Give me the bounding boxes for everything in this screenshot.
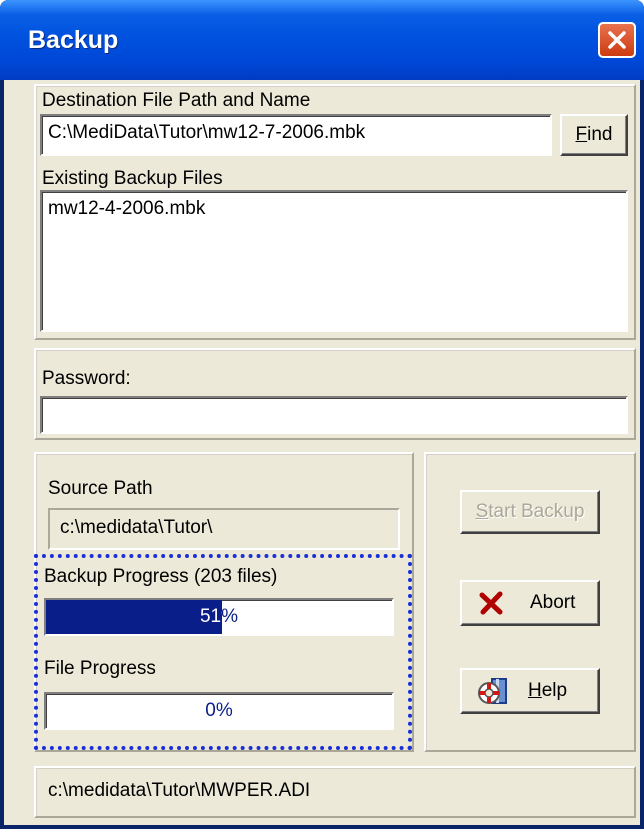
window-title: Backup: [28, 26, 119, 54]
red-x-icon: [479, 591, 503, 615]
find-hotkey: F: [575, 124, 588, 145]
backup-progress-label: Backup Progress (203 files): [44, 566, 278, 587]
abort-label: Abort: [530, 592, 576, 613]
source-path-field: c:\medidata\Tutor\: [48, 508, 400, 550]
backup-progress-text-overlay: 51%: [199, 606, 222, 627]
lifebuoy-book-icon: [478, 678, 507, 704]
start-label-rest: tart Backup: [488, 501, 585, 522]
backup-progress-text-inverse: 51%: [46, 600, 222, 634]
file-progress-bar: 0%: [44, 692, 394, 730]
find-label-rest: ind: [587, 124, 613, 145]
backup-dialog: Backup Destination File Path and Name C:…: [0, 0, 644, 829]
list-item[interactable]: mw12-4-2006.mbk: [48, 198, 620, 220]
find-button[interactable]: Find: [560, 114, 628, 156]
backup-progress-bar: 51% 51%: [44, 598, 394, 636]
help-label-rest: elp: [541, 680, 568, 701]
dialog-client-area: Destination File Path and Name C:\MediDa…: [4, 80, 640, 825]
help-hotkey: H: [528, 680, 542, 701]
password-label: Password:: [42, 368, 131, 389]
destination-label: Destination File Path and Name: [42, 90, 311, 111]
title-bar[interactable]: Backup: [0, 0, 644, 80]
existing-files-label: Existing Backup Files: [42, 168, 223, 189]
close-button[interactable]: [598, 22, 636, 58]
start-backup-button[interactable]: Start Backup: [460, 490, 600, 534]
password-input[interactable]: [40, 396, 628, 434]
help-button[interactable]: Help: [460, 668, 600, 714]
file-progress-label: File Progress: [44, 658, 156, 679]
file-progress-text: 0%: [205, 700, 233, 721]
destination-path-input[interactable]: C:\MediData\Tutor\mw12-7-2006.mbk: [40, 114, 552, 156]
start-hotkey: S: [475, 501, 489, 522]
abort-button[interactable]: Abort: [460, 580, 600, 626]
existing-files-list[interactable]: mw12-4-2006.mbk: [40, 190, 628, 332]
source-path-label: Source Path: [48, 478, 153, 499]
close-x-icon: [608, 31, 626, 49]
status-text: c:\medidata\Tutor\MWPER.ADI: [48, 780, 311, 801]
